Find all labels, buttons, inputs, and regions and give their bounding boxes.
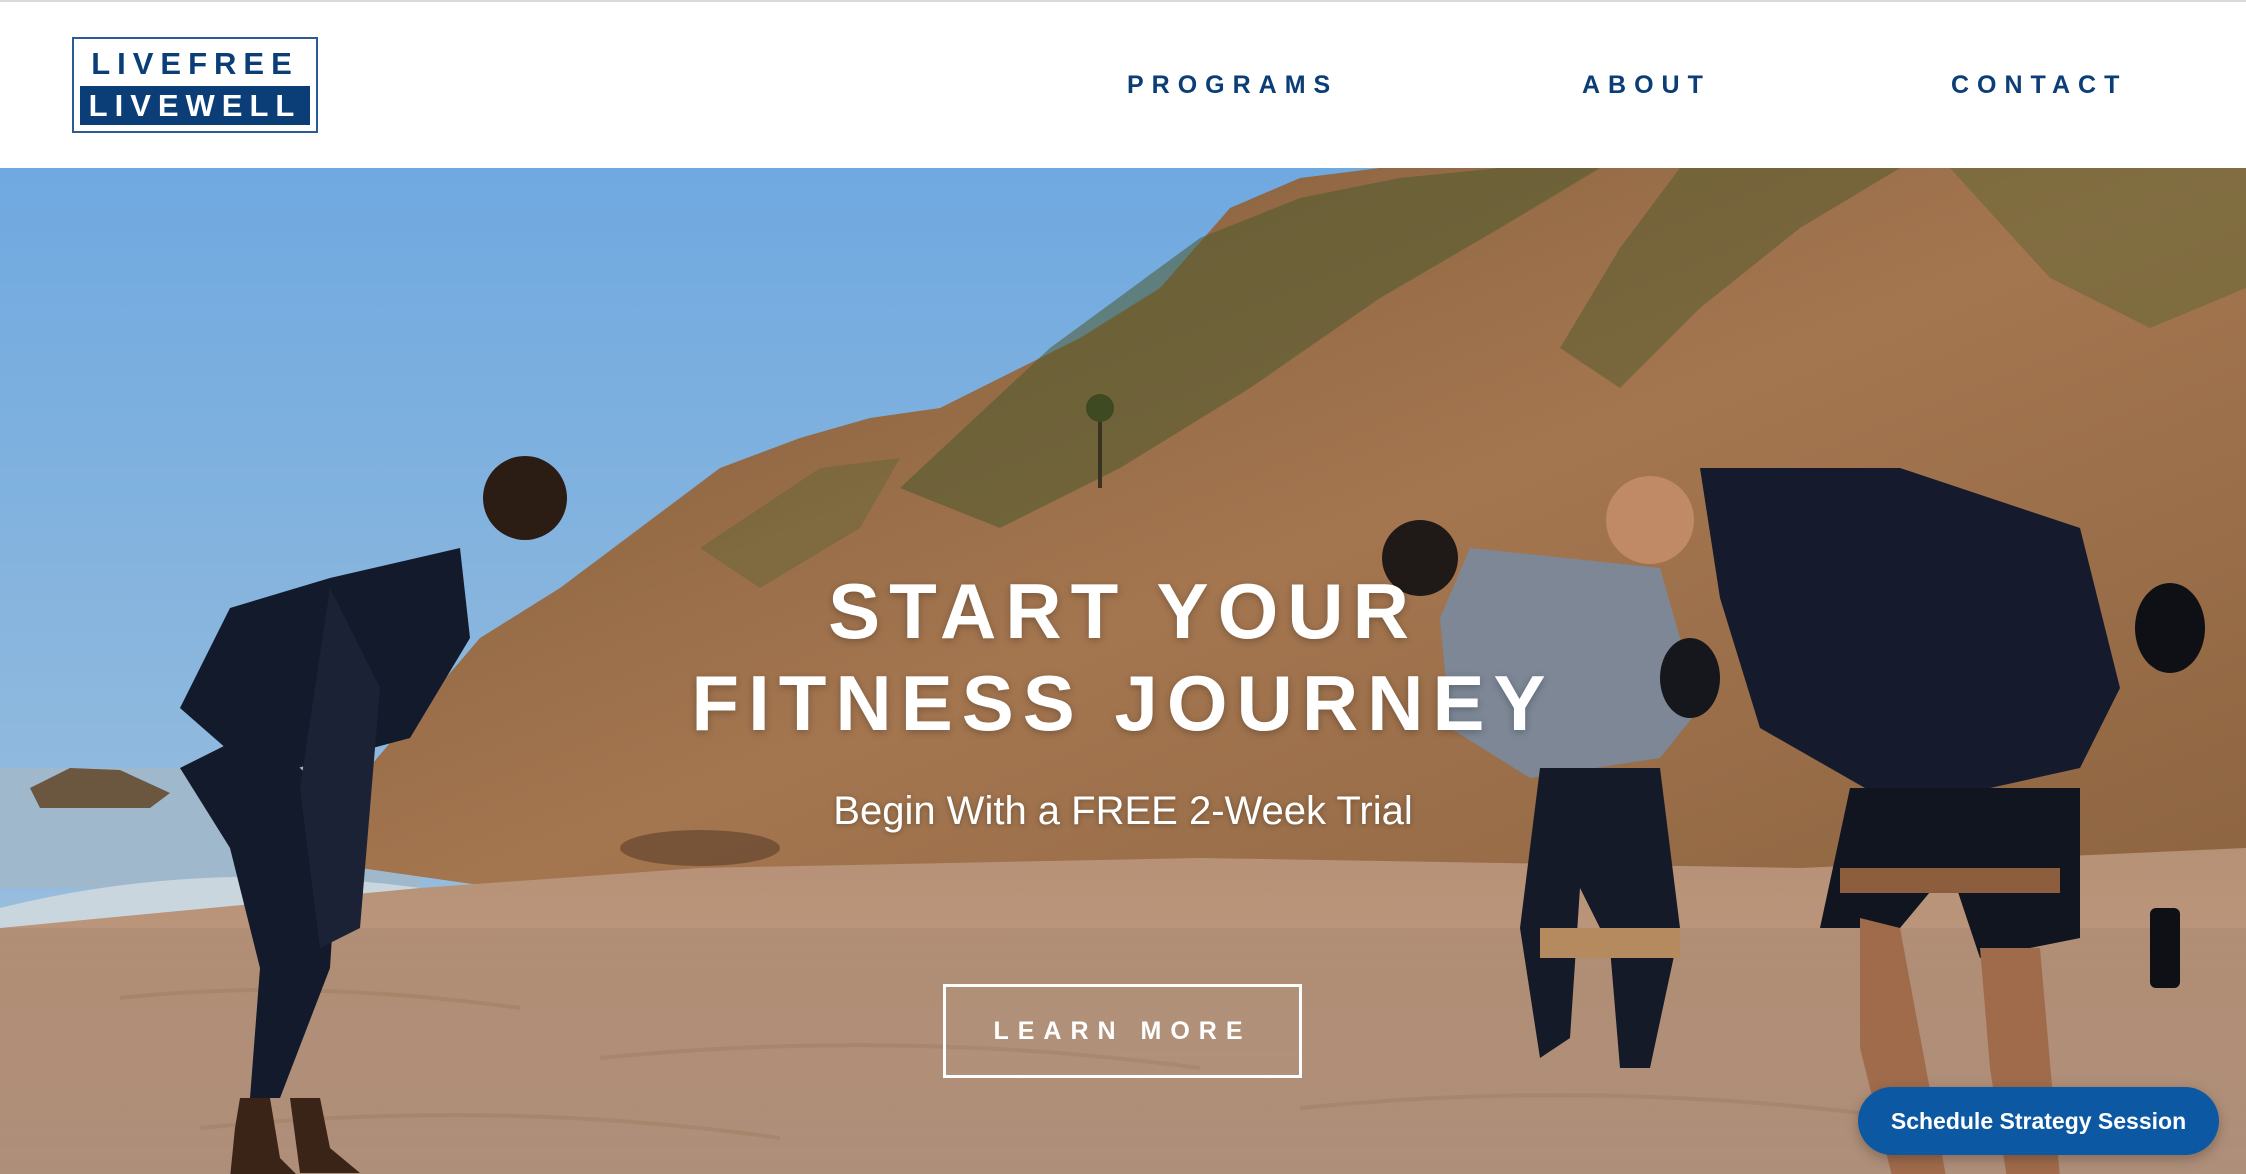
schedule-strategy-session-button[interactable]: Schedule Strategy Session [1858, 1087, 2219, 1155]
nav-programs[interactable]: PROGRAMS [1127, 68, 1338, 102]
hero-title-line-1: START YOUR [828, 567, 1418, 655]
hero-subtitle: Begin With a FREE 2-Week Trial [833, 789, 1413, 833]
nav-about[interactable]: ABOUT [1582, 68, 1711, 102]
learn-more-button[interactable]: LEARN MORE [943, 984, 1302, 1078]
site-header: LIVEFREE LIVEWELL PROGRAMS ABOUT CONTACT [0, 0, 2246, 168]
hero-title-line-2: FITNESS JOURNEY [691, 659, 1555, 747]
page: LIVEFREE LIVEWELL PROGRAMS ABOUT CONTACT [0, 0, 2246, 1174]
hero-section: START YOUR FITNESS JOURNEY Begin With a … [0, 168, 2246, 1174]
site-logo[interactable]: LIVEFREE LIVEWELL [72, 37, 318, 133]
nav-contact[interactable]: CONTACT [1951, 68, 2127, 102]
logo-line-livewell: LIVEWELL [80, 86, 310, 125]
logo-line-livefree: LIVEFREE [91, 46, 299, 81]
